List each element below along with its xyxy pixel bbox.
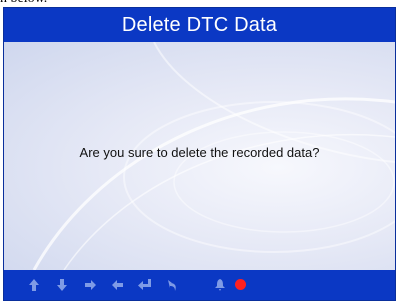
right-arrow-icon[interactable] (83, 278, 97, 292)
confirm-message: Are you sure to delete the recorded data… (79, 145, 320, 160)
content-area: Are you sure to delete the recorded data… (4, 42, 395, 270)
page-title: Delete DTC Data (121, 13, 278, 36)
bottom-bar (4, 270, 395, 300)
down-arrow-icon[interactable] (55, 278, 69, 292)
up-arrow-icon[interactable] (27, 278, 41, 292)
left-arrow-icon[interactable] (110, 278, 124, 292)
bell-icon[interactable] (213, 278, 227, 292)
record-icon[interactable] (235, 279, 246, 290)
back-icon[interactable] (165, 278, 179, 292)
title-bar: Delete DTC Data (4, 8, 395, 42)
device-screen: Delete DTC Data Are you sure to delete t… (3, 7, 396, 301)
enter-icon[interactable] (137, 278, 151, 292)
